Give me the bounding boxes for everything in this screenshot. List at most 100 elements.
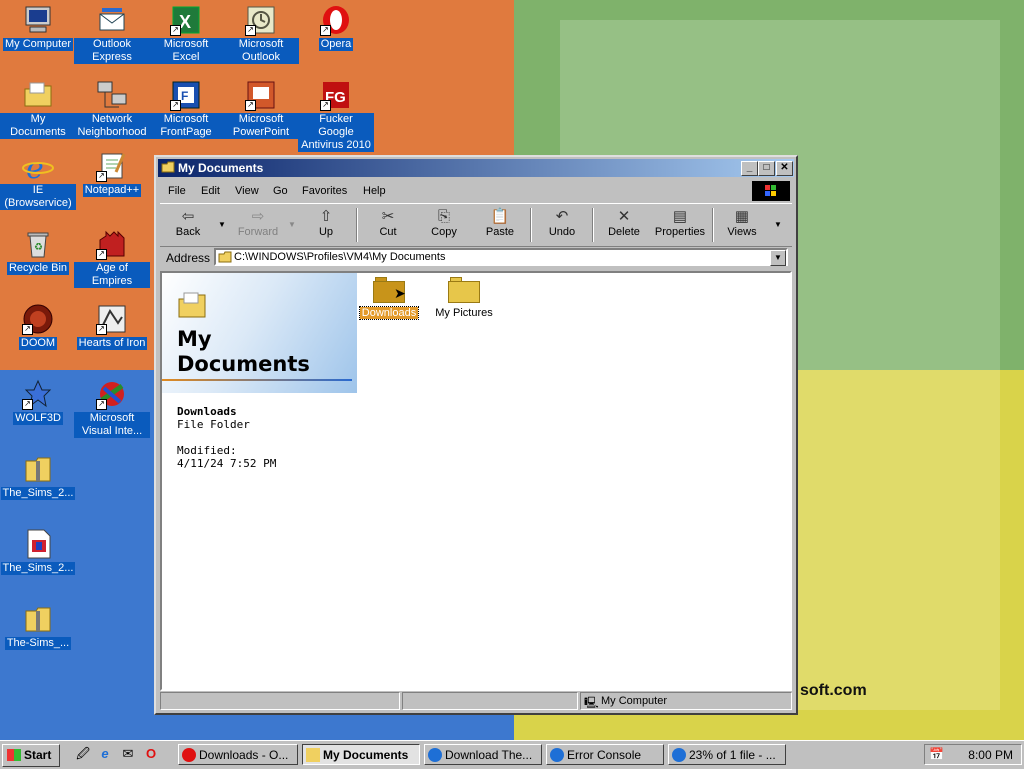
delete-x-icon: ✕ (617, 208, 631, 225)
notepad-icon: ↗ (96, 150, 128, 182)
menu-help[interactable]: Help (363, 185, 386, 197)
desktop-icon-age-of-empires[interactable]: ↗ Age of Empires (74, 228, 150, 288)
svg-text:F: F (181, 89, 188, 103)
excel-icon: X ↗ (170, 4, 202, 36)
menu-view[interactable]: View (235, 185, 259, 197)
opera-icon[interactable]: O (143, 746, 159, 762)
address-label: Address (166, 251, 211, 265)
task-my-documents[interactable]: My Documents (302, 744, 420, 765)
minimize-button[interactable]: _ (741, 161, 758, 176)
internet-explorer-icon (428, 748, 442, 762)
status-pane-size (402, 692, 578, 710)
menu-edit[interactable]: Edit (201, 185, 220, 197)
cut-button[interactable]: ✂ Cut (362, 208, 414, 238)
task-download-the[interactable]: Download The... (424, 744, 542, 765)
desktop-icon-microsoft-outlook[interactable]: ↗ Microsoft Outlook (223, 4, 299, 64)
modified-label: Modified: (177, 444, 237, 457)
views-dropdown-icon[interactable]: ▼ (774, 220, 782, 229)
taskbar: Start 🖉 e ✉ O Downloads - O... My Docume… (0, 740, 1024, 769)
toolbar-separator (712, 208, 714, 242)
desktop-icon-opera[interactable]: ↗ Opera (298, 4, 374, 51)
toolbar-separator (592, 208, 594, 242)
selected-item-type: File Folder (177, 418, 250, 431)
folder-icon (218, 251, 232, 263)
calendar-icon[interactable]: 📅 (929, 747, 944, 761)
desktop-icon-my-documents[interactable]: My Documents (0, 79, 76, 139)
folder-icon (22, 79, 54, 111)
clock[interactable]: 8:00 PM (968, 748, 1013, 762)
internet-explorer-icon: e (22, 150, 54, 186)
menu-favorites[interactable]: Favorites (302, 185, 347, 197)
toolbar-separator (530, 208, 532, 242)
desktop-icon-sims-zip-1[interactable]: The_Sims_2... (0, 453, 76, 500)
computer-icon: 🖳 (584, 697, 599, 709)
address-input[interactable]: C:\WINDOWS\Profiles\VM4\My Documents ▼ (214, 248, 788, 266)
forward-button[interactable]: ⇨ Forward (232, 208, 284, 238)
forward-arrow-icon: ⇨ (251, 208, 265, 225)
folder-icon (448, 277, 480, 303)
toolbar-separator (356, 208, 358, 242)
views-button[interactable]: ▦ Views (716, 208, 768, 238)
desktop-icon-sims-installer[interactable]: The_Sims_2... (0, 528, 76, 575)
desktop-icon-antivirus[interactable]: FG ↗ Fucker Google Antivirus 2010 (298, 79, 374, 152)
forward-dropdown-icon[interactable]: ▼ (288, 220, 296, 229)
folder-view[interactable]: My Documents Downloads File Folder Modif… (160, 271, 792, 691)
desktop-icon-microsoft-excel[interactable]: X ↗ Microsoft Excel (148, 4, 224, 64)
system-tray: 📅 8:00 PM (924, 744, 1022, 765)
outlook-express-icon[interactable]: ✉ (120, 746, 136, 762)
close-button[interactable]: ✕ (776, 161, 793, 176)
desktop-icon-sims-zip-2[interactable]: The-Sims_... (0, 603, 76, 650)
task-downloads-opera[interactable]: Downloads - O... (178, 744, 298, 765)
properties-button[interactable]: ▤ Properties (650, 208, 710, 238)
explorer-window[interactable]: My Documents _ □ ✕ File Edit View Go Fav… (154, 155, 798, 715)
svg-text:e: e (26, 151, 44, 182)
powerpoint-icon: ↗ (245, 79, 277, 111)
up-button[interactable]: ⇧ Up (300, 208, 352, 238)
desktop-icon-hearts-of-iron[interactable]: ↗ Hearts of Iron (74, 303, 150, 350)
windows-logo-icon (752, 181, 790, 201)
wallpaper-brand-text: soft.com (800, 682, 867, 699)
desktop-icon-wolf3d[interactable]: ↗ WOLF3D (0, 378, 76, 425)
folder-item-my-pictures[interactable]: My Pictures (427, 277, 501, 319)
maximize-button[interactable]: □ (758, 161, 775, 176)
desktop-icon-ie-browservice[interactable]: e IE (Browservice) (0, 150, 76, 210)
desktop-icon-outlook-express[interactable]: Outlook Express (74, 4, 150, 64)
desktop-icon-recycle-bin[interactable]: ♻ Recycle Bin (0, 228, 76, 275)
desktop-icon-notepad-plus-plus[interactable]: ↗ Notepad++ (74, 150, 150, 197)
desktop-icon-my-computer[interactable]: My Computer (0, 4, 76, 51)
folder-item-downloads[interactable]: Downloads (352, 277, 426, 320)
menu-file[interactable]: File (168, 185, 186, 197)
webview-title: My Documents (177, 327, 310, 376)
copy-button[interactable]: ⎘ Copy (418, 208, 470, 238)
opera-icon (182, 748, 196, 762)
undo-button[interactable]: ↶ Undo (536, 208, 588, 238)
opera-icon: ↗ (320, 4, 352, 36)
back-button[interactable]: ⇦ Back (162, 208, 214, 238)
start-button[interactable]: Start (2, 744, 60, 767)
computer-icon (22, 4, 54, 36)
desktop-icon-microsoft-powerpoint[interactable]: ↗ Microsoft PowerPoint (223, 79, 299, 139)
toolbar: ⇦ Back ▼ ⇨ Forward ▼ ⇧ Up ✂ Cut ⎘ Copy 📋 Paste… (160, 203, 792, 247)
delete-button[interactable]: ✕ Delete (598, 208, 650, 238)
desktop-icon-microsoft-frontpage[interactable]: F ↗ Microsoft FrontPage (148, 79, 224, 139)
folder-icon (177, 291, 209, 319)
windows-logo-icon (7, 749, 21, 761)
svg-text:♻: ♻ (34, 242, 43, 253)
webview-divider (162, 379, 352, 381)
address-dropdown-button[interactable]: ▼ (770, 250, 786, 266)
internet-explorer-icon[interactable]: e (97, 746, 113, 762)
outlook-express-icon (96, 4, 128, 36)
installer-icon (22, 528, 54, 560)
show-desktop-icon[interactable]: 🖉 (75, 746, 91, 762)
back-dropdown-icon[interactable]: ▼ (218, 220, 226, 229)
task-download-progress[interactable]: 23% of 1 file - ... (668, 744, 786, 765)
address-value: C:\WINDOWS\Profiles\VM4\My Documents (234, 251, 446, 263)
task-error-console[interactable]: Error Console (546, 744, 664, 765)
menu-go[interactable]: Go (273, 185, 288, 197)
network-icon (96, 79, 128, 111)
desktop-icon-visual-interdev[interactable]: ↗ Microsoft Visual Inte... (74, 378, 150, 438)
paste-button[interactable]: 📋 Paste (474, 208, 526, 238)
window-titlebar[interactable]: My Documents _ □ ✕ (158, 159, 794, 177)
desktop-icon-network-neighborhood[interactable]: Network Neighborhood (74, 79, 150, 139)
desktop-icon-doom[interactable]: ↗ DOOM (0, 303, 76, 350)
